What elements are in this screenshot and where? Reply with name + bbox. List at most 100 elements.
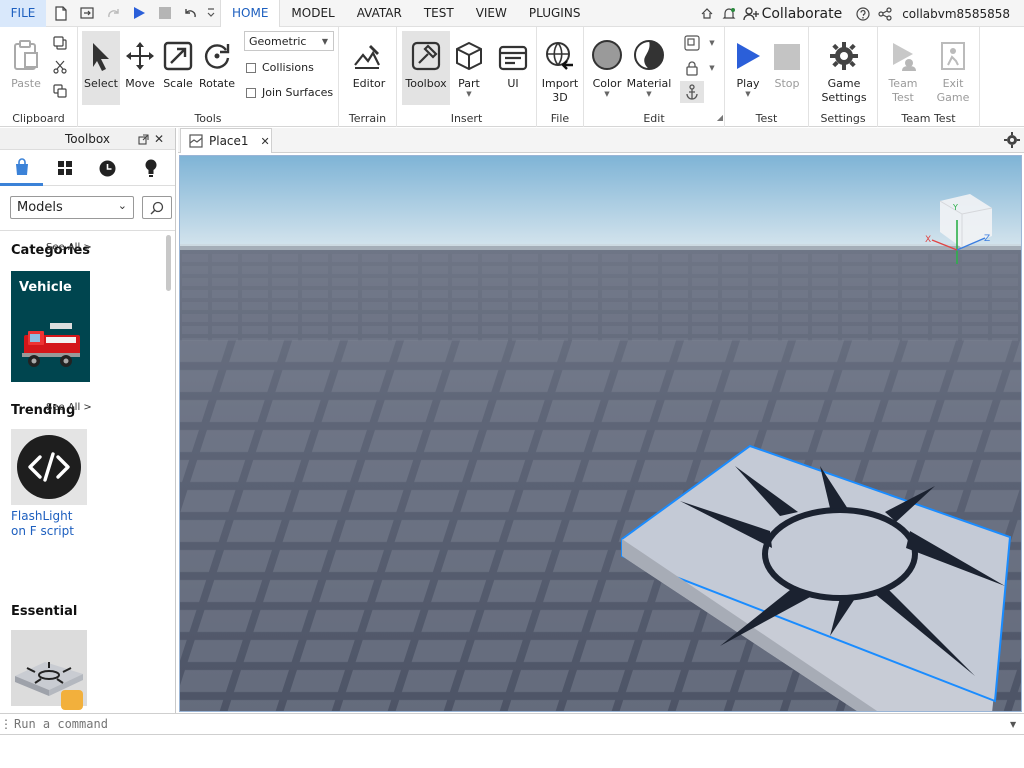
tab-test[interactable]: TEST xyxy=(413,0,465,27)
chevron-down-icon[interactable]: ▼ xyxy=(702,33,722,53)
lock-icon[interactable] xyxy=(682,58,702,78)
publish-icon[interactable] xyxy=(74,0,100,27)
rotate-icon xyxy=(202,31,232,71)
paste-button[interactable]: Paste xyxy=(6,31,46,105)
quick-access-dropdown-icon[interactable] xyxy=(204,0,218,27)
terrain-editor-button[interactable]: Editor xyxy=(349,31,389,105)
color-button[interactable]: Color ▼ xyxy=(587,31,627,105)
undo-icon[interactable] xyxy=(178,0,204,27)
file-menu[interactable]: FILE xyxy=(0,0,46,27)
game-settings-button[interactable]: Game Settings xyxy=(821,31,867,105)
exit-game-button[interactable]: Exit Game xyxy=(933,31,973,105)
move-button[interactable]: Move xyxy=(120,31,160,105)
tab-home[interactable]: HOME xyxy=(220,0,281,27)
copy-icon[interactable] xyxy=(50,33,70,53)
tab-creations[interactable] xyxy=(129,150,172,186)
tab-place1[interactable]: Place1 ✕ xyxy=(180,128,272,153)
edit-expand-icon[interactable]: ◢ xyxy=(710,107,730,127)
help-icon[interactable] xyxy=(852,0,874,27)
geometry-mode-select[interactable]: Geometric ▼ xyxy=(244,31,334,51)
search-button[interactable] xyxy=(142,196,172,219)
grid-icon xyxy=(57,161,72,175)
join-surfaces-checkbox[interactable]: Join Surfaces xyxy=(246,86,333,99)
close-icon[interactable]: ✕ xyxy=(151,131,167,147)
team-test-title: Team Test xyxy=(901,112,956,125)
terrain-editor-icon xyxy=(353,31,385,71)
3d-viewport[interactable]: X Z Y xyxy=(179,155,1022,712)
chevron-down-icon[interactable]: ▼ xyxy=(1010,720,1024,729)
play-icon xyxy=(734,31,762,71)
chevron-down-icon[interactable]: ▼ xyxy=(702,58,722,78)
toolbox-scrollbar[interactable] xyxy=(166,235,171,291)
notification-bell-icon[interactable] xyxy=(718,0,740,27)
category-select[interactable]: Models ⌄ xyxy=(10,196,134,219)
tab-view[interactable]: VIEW xyxy=(465,0,518,27)
user-name[interactable]: collabvm8585858 xyxy=(902,7,1010,21)
categories-see-all[interactable]: See All > xyxy=(46,242,92,253)
tab-avatar[interactable]: AVATAR xyxy=(346,0,413,27)
collisions-checkbox[interactable]: Collisions xyxy=(246,61,314,74)
place-icon xyxy=(189,134,203,148)
tab-marketplace[interactable] xyxy=(0,150,43,186)
svg-text:Z: Z xyxy=(984,234,990,244)
trending-see-all[interactable]: See All > xyxy=(46,402,92,413)
team-test-label-line2: Test xyxy=(892,91,914,104)
share-icon[interactable] xyxy=(874,0,896,27)
import-3d-button[interactable]: Import 3D xyxy=(540,31,580,105)
tab-model[interactable]: MODEL xyxy=(280,0,345,27)
status-area xyxy=(0,736,1024,768)
view-settings-icon[interactable] xyxy=(1004,132,1020,152)
vehicle-card-title: Vehicle xyxy=(19,280,72,295)
ui-button[interactable]: UI xyxy=(493,31,533,105)
part-label: Part xyxy=(458,77,480,90)
stop-quick-icon[interactable] xyxy=(152,0,178,27)
close-icon[interactable]: ✕ xyxy=(261,135,270,148)
toolbox-label: Toolbox xyxy=(405,77,447,90)
insert-group: Toolbox Part ▼ UI Insert xyxy=(397,27,537,127)
paste-label: Paste xyxy=(11,77,41,90)
collaborate-icon[interactable] xyxy=(740,0,762,27)
verified-badge-icon xyxy=(61,690,83,710)
material-button[interactable]: Material ▼ xyxy=(627,31,671,105)
essential-model-card[interactable] xyxy=(11,630,87,712)
roblox-studio-window: FILE HOME MODEL AVATAR TEST VIEW PLUGINS… xyxy=(0,0,1024,768)
team-test-group: Team Test Exit Game Team Test xyxy=(878,27,980,127)
new-file-icon[interactable] xyxy=(48,0,74,27)
edit-group: Color ▼ Material ▼ ▼ ▼ Edit xyxy=(584,27,725,127)
toolbox-button[interactable]: Toolbox xyxy=(402,31,450,105)
rotate-button[interactable]: Rotate xyxy=(197,31,237,105)
game-settings-label-line2: Settings xyxy=(821,91,867,104)
flashlight-card-title-line1: FlashLight xyxy=(11,509,73,523)
duplicate-icon[interactable] xyxy=(50,81,70,101)
team-test-icon xyxy=(889,31,917,71)
paste-icon xyxy=(12,31,40,71)
redo-icon[interactable] xyxy=(100,0,126,27)
vehicle-category-card[interactable]: Vehicle xyxy=(11,271,90,382)
toolbox-hammer-icon xyxy=(411,31,441,71)
flashlight-model-card[interactable]: FlashLight on F script xyxy=(11,429,87,539)
undock-icon[interactable] xyxy=(135,131,151,147)
tab-recent[interactable] xyxy=(86,150,129,186)
join-surfaces-label: Join Surfaces xyxy=(262,86,334,99)
collaborate-button[interactable]: Collaborate xyxy=(762,6,843,22)
settings-title: Settings xyxy=(820,112,866,125)
stop-icon xyxy=(773,31,801,71)
play-button[interactable]: Play ▼ xyxy=(728,31,768,105)
scale-icon xyxy=(163,31,193,71)
command-input[interactable] xyxy=(10,714,1010,734)
home-icon[interactable] xyxy=(696,0,718,27)
tab-inventory[interactable] xyxy=(43,150,86,186)
select-button[interactable]: Select xyxy=(82,31,120,105)
flashlight-thumbnail xyxy=(11,429,87,505)
anchor-icon[interactable] xyxy=(680,81,704,103)
stop-button[interactable]: Stop xyxy=(767,31,807,105)
scale-button[interactable]: Scale xyxy=(158,31,198,105)
group-icon[interactable] xyxy=(682,33,702,53)
drag-handle-icon[interactable]: ⋮ xyxy=(0,717,12,731)
tab-plugins[interactable]: PLUGINS xyxy=(518,0,592,27)
play-quick-icon[interactable] xyxy=(126,0,152,27)
cut-icon[interactable] xyxy=(50,57,70,77)
team-test-button[interactable]: Team Test xyxy=(883,31,923,105)
toolbox-tabs xyxy=(0,150,175,186)
part-button[interactable]: Part ▼ xyxy=(449,31,489,105)
